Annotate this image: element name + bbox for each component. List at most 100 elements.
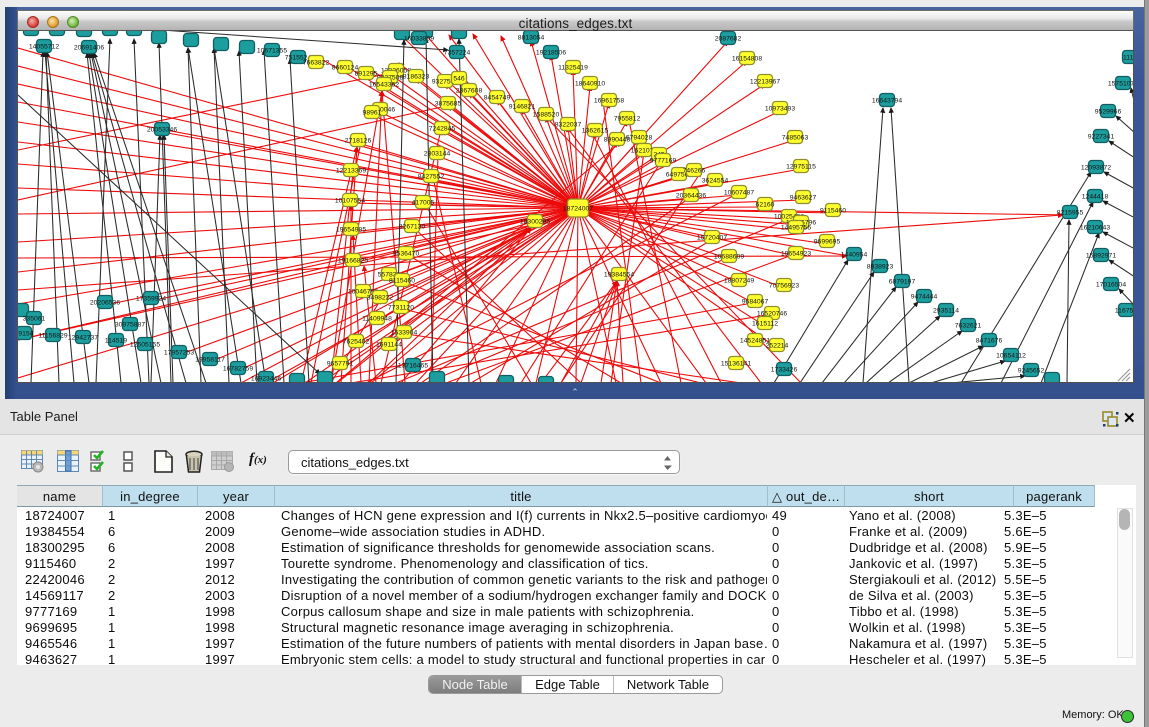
svg-text:7242845: 7242845 xyxy=(429,125,456,132)
svg-text:11156829: 11156829 xyxy=(38,332,67,339)
svg-text:8813054: 8813054 xyxy=(518,34,545,41)
svg-text:8938923: 8938923 xyxy=(867,263,894,270)
svg-text:252214: 252214 xyxy=(766,342,789,349)
svg-text:13716465: 13716465 xyxy=(398,362,428,369)
svg-text:19166825: 19166825 xyxy=(338,257,368,264)
svg-text:12213967: 12213967 xyxy=(750,78,780,85)
svg-text:7485063: 7485063 xyxy=(782,134,809,141)
svg-text:16543362: 16543362 xyxy=(369,81,399,88)
svg-text:9463627: 9463627 xyxy=(790,194,817,201)
svg-text:14055712: 14055712 xyxy=(29,43,59,50)
svg-text:7955812: 7955812 xyxy=(614,115,641,122)
svg-text:17016504: 17016504 xyxy=(1096,281,1126,288)
svg-text:12505155: 12505155 xyxy=(130,341,160,348)
svg-text:9245652: 9245652 xyxy=(1018,367,1045,374)
svg-text:15136141: 15136141 xyxy=(721,360,751,367)
svg-text:1691144: 1691144 xyxy=(376,341,402,348)
svg-text:1362615: 1362615 xyxy=(582,127,609,134)
svg-text:9657791: 9657791 xyxy=(327,360,354,367)
svg-text:116753: 116753 xyxy=(1115,307,1134,314)
svg-text:10654112: 10654112 xyxy=(996,352,1026,359)
svg-text:8115460: 8115460 xyxy=(389,277,415,284)
svg-text:9684067: 9684067 xyxy=(742,298,769,305)
svg-text:16210643: 16210643 xyxy=(1080,224,1110,231)
svg-text:7663822: 7663822 xyxy=(303,59,330,66)
svg-text:16643794: 16643794 xyxy=(872,97,902,104)
svg-text:19958117: 19958117 xyxy=(195,356,225,363)
svg-text:19384554: 19384554 xyxy=(604,271,634,278)
svg-text:2087682: 2087682 xyxy=(715,35,742,42)
svg-text:8471676: 8471676 xyxy=(976,337,1003,344)
svg-text:7625402: 7625402 xyxy=(343,338,370,345)
svg-text:12942737: 12942737 xyxy=(68,334,98,341)
svg-text:30975887: 30975887 xyxy=(115,321,145,328)
svg-text:2718126: 2718126 xyxy=(345,137,372,144)
svg-text:891295: 891295 xyxy=(355,70,378,77)
svg-text:9529966: 9529966 xyxy=(1095,108,1122,115)
svg-text:2803144: 2803144 xyxy=(424,150,451,157)
svg-text:10107554: 10107554 xyxy=(335,197,365,204)
svg-text:6794028: 6794028 xyxy=(626,134,653,141)
svg-text:20053346: 20053346 xyxy=(147,126,177,133)
svg-text:335061: 335061 xyxy=(23,315,46,322)
svg-text:9115460: 9115460 xyxy=(820,207,846,214)
svg-text:16961758: 16961758 xyxy=(594,97,624,104)
svg-text:10607487: 10607487 xyxy=(724,189,754,196)
svg-text:62160: 62160 xyxy=(756,201,775,208)
svg-text:1733426: 1733426 xyxy=(771,366,798,373)
svg-text:20206536: 20206536 xyxy=(90,299,120,306)
svg-text:11325419: 11325419 xyxy=(558,64,588,71)
svg-text:7632621: 7632621 xyxy=(955,322,982,329)
svg-text:7357224: 7357224 xyxy=(444,49,471,56)
svg-text:9146821: 9146821 xyxy=(509,103,536,110)
svg-text:3624554: 3624554 xyxy=(702,177,729,184)
svg-text:8454749: 8454749 xyxy=(484,94,511,101)
svg-text:16782759: 16782759 xyxy=(223,365,253,372)
svg-text:14495756: 14495756 xyxy=(781,224,811,231)
svg-text:2935114: 2935114 xyxy=(933,307,959,314)
svg-text:7731120: 7731120 xyxy=(388,304,414,311)
svg-text:16923446: 16923446 xyxy=(251,375,281,382)
svg-text:1440954: 1440954 xyxy=(841,251,868,258)
svg-text:15751074: 15751074 xyxy=(1108,80,1134,87)
svg-text:9474444: 9474444 xyxy=(911,293,938,300)
svg-text:19654923: 19654923 xyxy=(781,250,811,257)
svg-text:8215955: 8215955 xyxy=(1057,209,1084,216)
svg-text:15720407: 15720407 xyxy=(697,234,727,241)
svg-text:18300295: 18300295 xyxy=(520,218,550,225)
svg-text:6879197: 6879197 xyxy=(889,278,916,285)
svg-text:8186323: 8186323 xyxy=(403,73,430,80)
svg-text:1533904: 1533904 xyxy=(391,329,418,336)
svg-text:1244418: 1244418 xyxy=(1082,193,1109,200)
svg-text:18640910: 18640910 xyxy=(575,80,605,87)
svg-text:3498222: 3498222 xyxy=(367,294,394,301)
svg-text:3875685: 3875685 xyxy=(435,100,462,107)
svg-text:9227341: 9227341 xyxy=(1088,133,1115,140)
svg-text:1615112: 1615112 xyxy=(752,320,778,327)
svg-text:11409948: 11409948 xyxy=(362,315,392,322)
svg-text:546: 546 xyxy=(453,75,465,82)
svg-text:39154: 39154 xyxy=(18,330,34,337)
svg-text:9777169: 9777169 xyxy=(650,157,677,164)
svg-text:8427552: 8427552 xyxy=(418,173,445,180)
svg-text:10688609: 10688609 xyxy=(714,253,744,260)
svg-text:1112: 1112 xyxy=(1123,54,1134,61)
svg-text:19218506: 19218506 xyxy=(536,49,566,56)
svg-text:17957253: 17957253 xyxy=(164,349,194,356)
svg-text:1588520: 1588520 xyxy=(533,111,560,118)
svg-text:18807249: 18807249 xyxy=(724,277,754,284)
svg-text:18724007: 18724007 xyxy=(563,205,593,212)
svg-text:12093872: 12093872 xyxy=(1081,164,1111,171)
svg-text:70756923: 70756923 xyxy=(769,282,799,289)
svg-text:10671355: 10671355 xyxy=(257,47,287,54)
svg-text:20364436: 20364436 xyxy=(676,192,706,199)
svg-text:746266: 746266 xyxy=(683,167,706,174)
svg-text:16154808: 16154808 xyxy=(732,55,762,62)
svg-text:8322037: 8322037 xyxy=(555,121,582,128)
svg-text:17359924: 17359924 xyxy=(136,295,166,302)
svg-text:114519: 114519 xyxy=(105,337,127,344)
svg-text:15892971: 15892971 xyxy=(1086,252,1116,259)
svg-text:10973493: 10973493 xyxy=(765,105,795,112)
svg-text:16033809: 16033809 xyxy=(404,35,434,42)
svg-text:98961: 98961 xyxy=(363,109,382,116)
